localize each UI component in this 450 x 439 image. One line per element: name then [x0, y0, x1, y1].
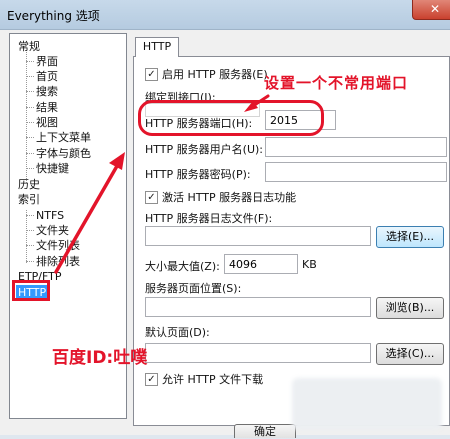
tab-http[interactable]: HTTP	[135, 37, 179, 57]
arrow-to-port-head	[109, 152, 125, 170]
arrow-to-port-line	[54, 164, 119, 274]
annotation-arrows	[54, 94, 270, 274]
